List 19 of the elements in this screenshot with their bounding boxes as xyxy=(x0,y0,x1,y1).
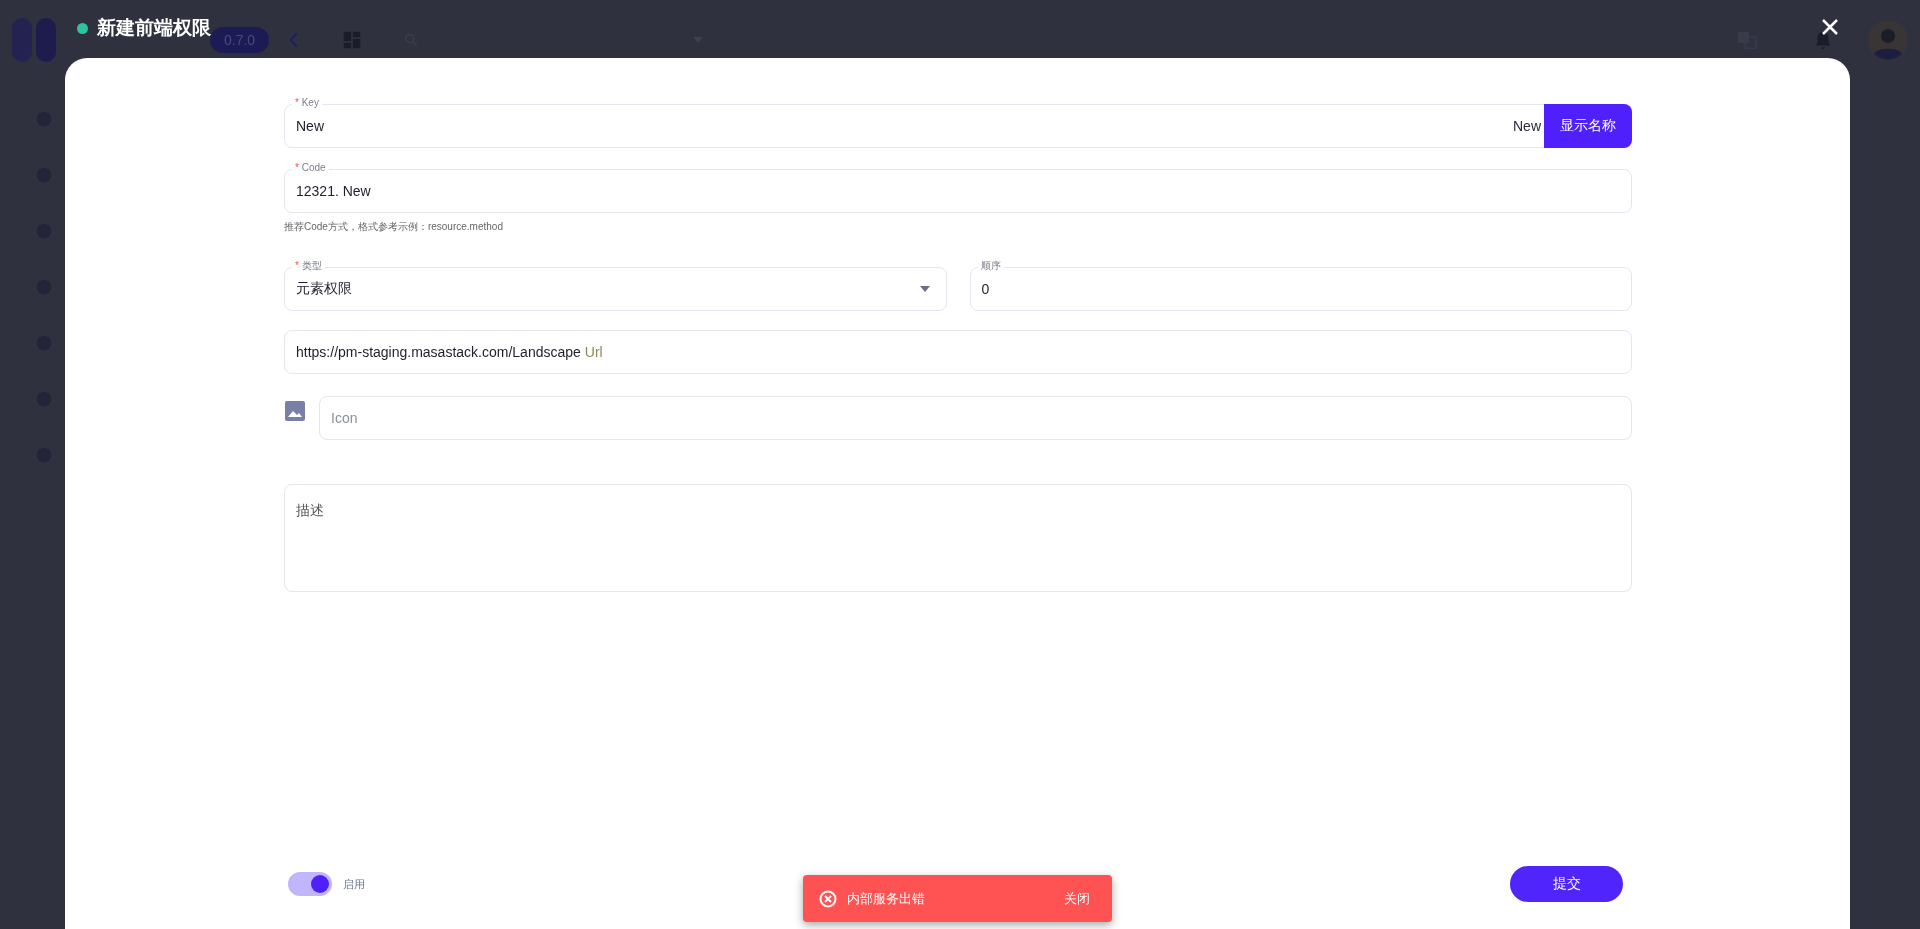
field-label: 顺序 xyxy=(977,260,1004,272)
error-icon xyxy=(819,889,837,908)
field-label: * Key xyxy=(292,97,322,109)
submit-button[interactable]: 提交 xyxy=(1510,866,1623,902)
field-label: * Code xyxy=(292,162,329,174)
image-icon[interactable] xyxy=(284,400,306,422)
field-label: * 类型 xyxy=(292,260,325,272)
close-icon[interactable] xyxy=(1820,17,1840,37)
snackbar-message: 内部服务出错 xyxy=(847,889,926,908)
caret-icon xyxy=(919,286,930,292)
dialog-title: 新建前端权限 xyxy=(97,16,211,40)
description-field[interactable]: 描述 xyxy=(284,484,1632,592)
enabled-switch[interactable] xyxy=(288,872,332,896)
field-hint: 推荐Code方式，格式参考示例：resource.method xyxy=(284,220,504,234)
status-dot xyxy=(77,22,88,34)
switch-label: 启用 xyxy=(343,876,365,892)
display-name-button[interactable]: 显示名称 xyxy=(1544,104,1632,148)
avatar-icon[interactable] xyxy=(1868,20,1908,60)
url-field[interactable]: https://pm-staging.masastack.com/Landscape Url xyxy=(284,330,1632,374)
